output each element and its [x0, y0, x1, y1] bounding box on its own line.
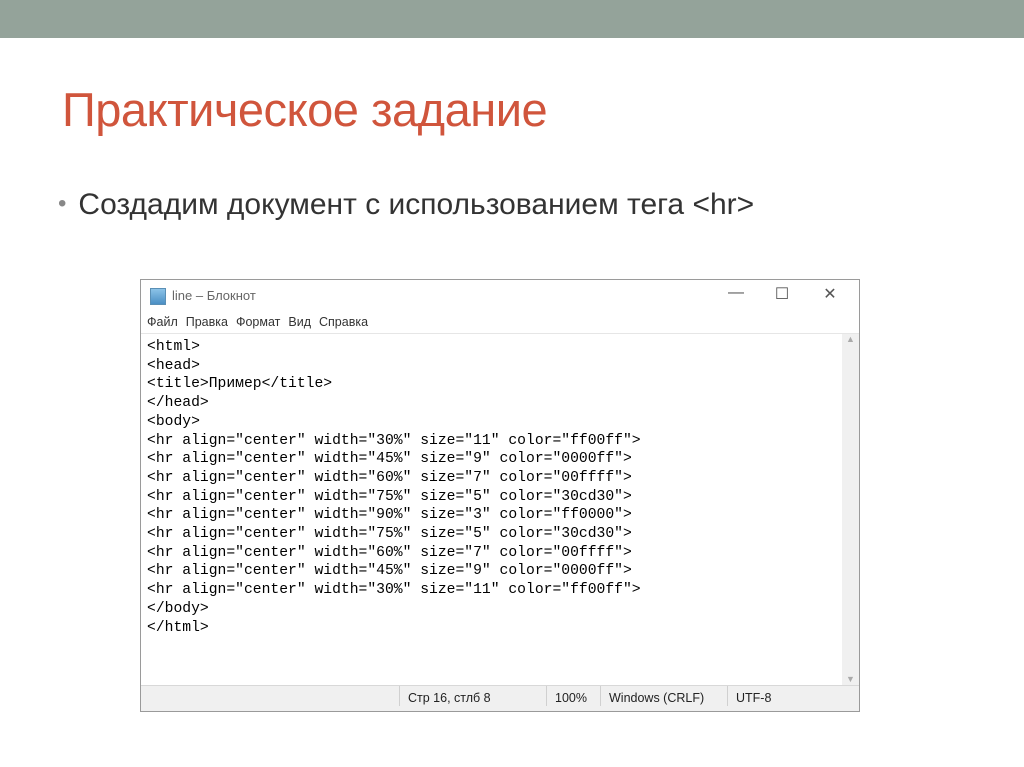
- code-line: <hr align="center" width="60%" size="7" …: [147, 469, 632, 486]
- menu-view[interactable]: Вид: [288, 315, 311, 329]
- bullet-icon: •: [58, 190, 67, 217]
- code-line: </head>: [147, 395, 209, 412]
- menu-file[interactable]: Файл: [147, 315, 178, 329]
- maximize-button[interactable]: ☐: [767, 284, 797, 304]
- minimize-button[interactable]: —: [721, 284, 751, 302]
- code-line: <hr align="center" width="45%" size="9" …: [147, 563, 632, 580]
- code-line: <head>: [147, 357, 200, 374]
- scroll-down-icon[interactable]: ▼: [842, 674, 859, 684]
- close-button[interactable]: ✕: [815, 284, 845, 304]
- status-encoding: UTF-8: [727, 686, 836, 706]
- code-line: <hr align="center" width="90%" size="3" …: [147, 507, 632, 524]
- code-line: </body>: [147, 600, 209, 617]
- code-line: <hr align="center" width="75%" size="5" …: [147, 526, 632, 543]
- slide-title: Практическое задание: [62, 83, 548, 136]
- top-band: [0, 0, 1024, 38]
- status-zoom: 100%: [546, 686, 600, 706]
- window-title: line – Блокнот: [172, 288, 256, 303]
- code-line: <hr align="center" width="45%" size="9" …: [147, 451, 632, 468]
- code-line: <html>: [147, 339, 200, 355]
- code-line: <hr align="center" width="60%" size="7" …: [147, 544, 632, 561]
- code-line: <title>Пример</title>: [147, 376, 333, 393]
- status-bar: Стр 16, стлб 8 100% Windows (CRLF) UTF-8: [141, 685, 859, 711]
- vertical-scrollbar[interactable]: ▲ ▼: [842, 334, 859, 686]
- code-line: <body>: [147, 413, 200, 430]
- menu-format[interactable]: Формат: [236, 315, 280, 329]
- scroll-up-icon[interactable]: ▲: [842, 334, 859, 344]
- status-position: Стр 16, стлб 8: [399, 686, 538, 706]
- code-line: <hr align="center" width="30%" size="11"…: [147, 582, 641, 599]
- notepad-icon: [150, 288, 166, 305]
- text-editor[interactable]: <html> <head> <title>Пример</title> </head>…: [141, 334, 841, 686]
- slide-bullet: • Создадим документ с использованием тега…: [58, 188, 754, 222]
- title-bar[interactable]: line – Блокнот — ☐ ✕: [141, 280, 859, 311]
- menu-help[interactable]: Справка: [319, 315, 368, 329]
- code-line: </html>: [147, 619, 209, 636]
- status-eol: Windows (CRLF): [600, 686, 727, 706]
- bullet-text: Создадим документ с использованием тега …: [78, 188, 755, 221]
- menu-bar: Файл Правка Формат Вид Справка: [141, 311, 859, 334]
- code-line: <hr align="center" width="30%" size="11"…: [147, 432, 641, 449]
- notepad-window: line – Блокнот — ☐ ✕ Файл Правка Формат …: [140, 279, 860, 712]
- code-line: <hr align="center" width="75%" size="5" …: [147, 488, 632, 505]
- menu-edit[interactable]: Правка: [186, 315, 228, 329]
